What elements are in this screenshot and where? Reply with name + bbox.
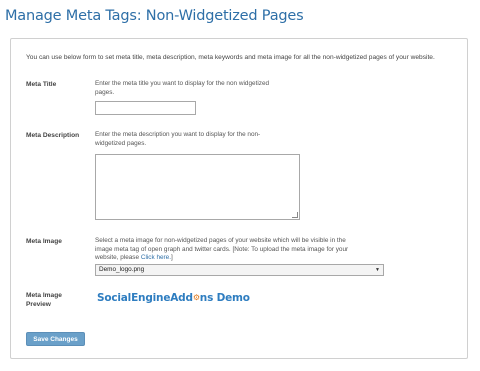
resize-grip-icon[interactable] (292, 212, 298, 218)
meta-image-selected-value: Demo_logo.png (99, 266, 145, 273)
meta-title-description: Enter the meta title you want to display… (95, 80, 269, 97)
meta-description-description-line: Enter the meta description you want to d… (95, 131, 261, 138)
upload-image-link[interactable]: Click here. (141, 254, 171, 261)
meta-description-label: Meta Description (26, 132, 80, 139)
meta-description-description: Enter the meta description you want to d… (95, 131, 260, 148)
meta-image-note-end: ] (171, 254, 173, 261)
meta-image-description-line: website, please Click here.] (95, 254, 348, 263)
form-intro: You can use below form to set meta title… (26, 54, 435, 61)
meta-image-preview-label: Meta Image Preview (26, 291, 62, 309)
meta-image-preview-label-line: Meta Image (26, 292, 62, 299)
meta-image-description-line: image meta tag of open graph and twitter… (95, 245, 349, 253)
logo-text: SocialEngineAdd (97, 292, 193, 304)
meta-image-select[interactable]: Demo_logo.png ▼ (95, 264, 384, 276)
dropdown-arrow-icon: ▼ (375, 267, 380, 273)
meta-title-input[interactable] (95, 101, 196, 115)
meta-image-label: Meta Image (26, 238, 62, 245)
meta-image-preview-label-line: Preview (26, 301, 51, 308)
meta-title-description-line: pages. (95, 88, 115, 96)
page-title: Manage Meta Tags: Non-Widgetized Pages (5, 8, 304, 24)
meta-description-description-line: widgetized pages. (95, 139, 147, 147)
logo-text: ns Demo (199, 292, 250, 304)
meta-description-textarea[interactable] (95, 154, 300, 220)
meta-title-description-line: Enter the meta title you want to display… (95, 80, 270, 87)
meta-image-description-line: Select a meta image for non-widgetized p… (95, 237, 346, 244)
meta-image-note-text: website, please (95, 254, 141, 261)
meta-tags-form: You can use below form to set meta title… (10, 38, 468, 359)
meta-title-label: Meta Title (26, 81, 57, 88)
gear-icon: ⚙ (192, 293, 200, 302)
meta-image-description: Select a meta image for non-widgetized p… (95, 237, 348, 263)
save-changes-button[interactable]: Save Changes (26, 332, 85, 346)
meta-image-preview-logo: SocialEngineAdd⚙ns Demo (97, 292, 250, 304)
